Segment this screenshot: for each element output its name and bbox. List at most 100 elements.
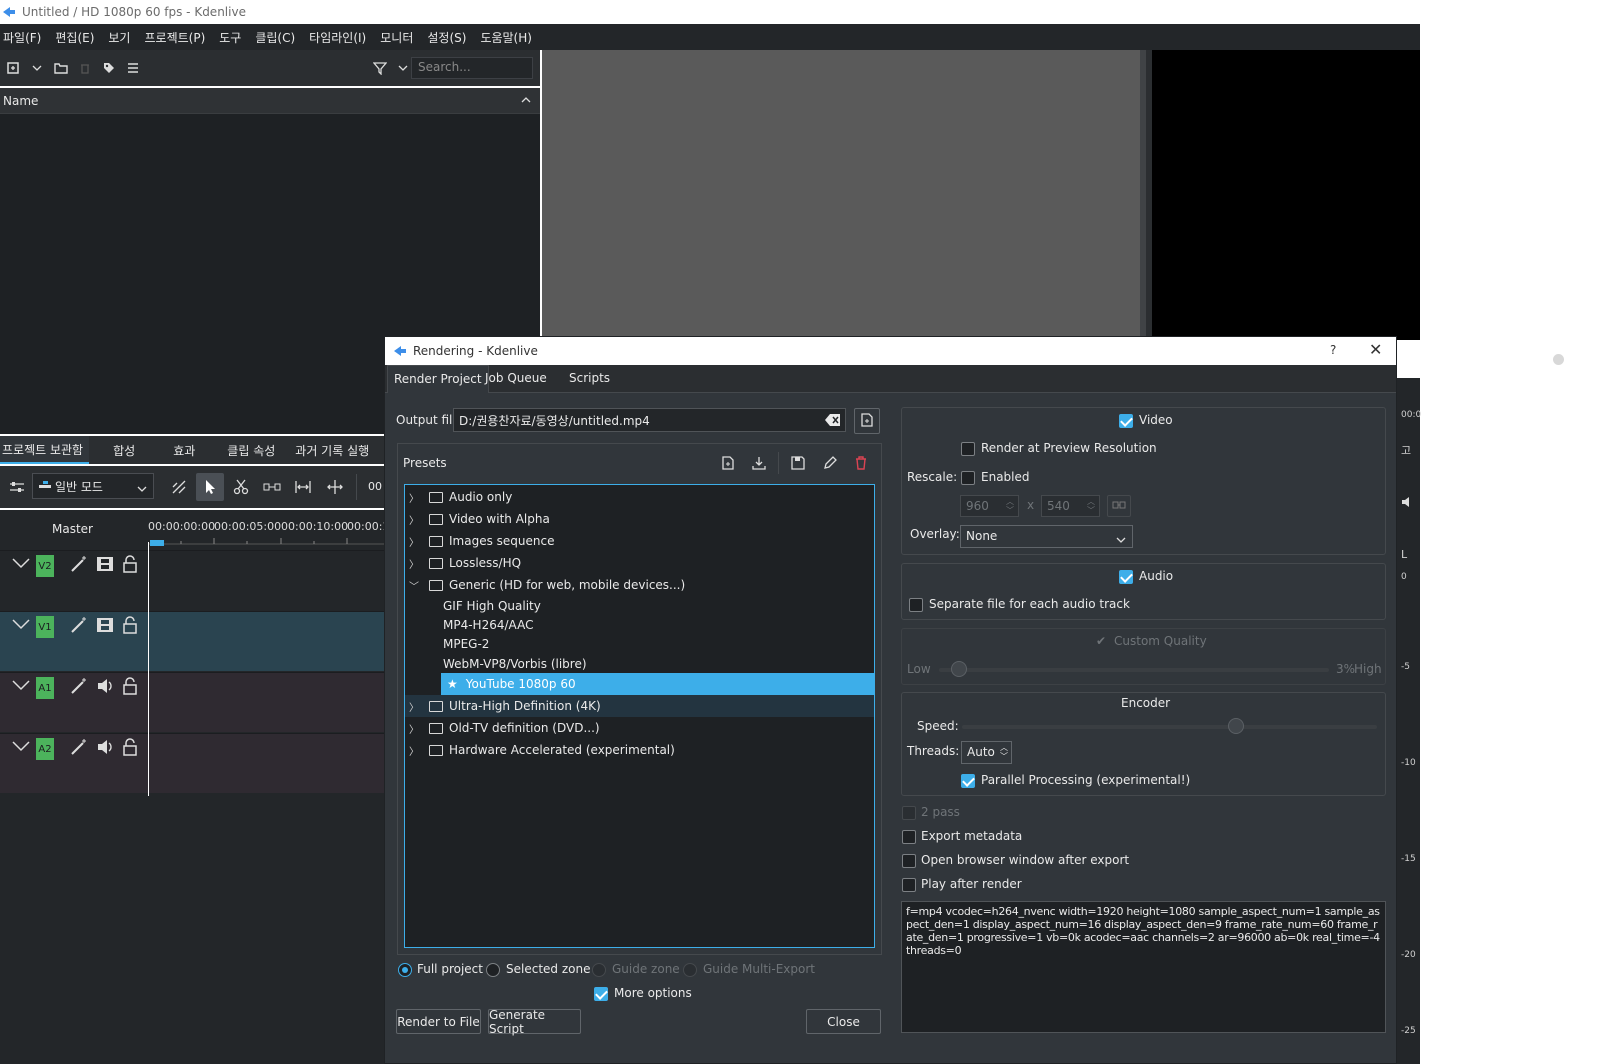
tab-job-queue[interactable]: Job Queue bbox=[479, 365, 553, 393]
bin-column-header[interactable]: Name bbox=[0, 88, 540, 114]
collapse-chevron-icon[interactable] bbox=[12, 740, 30, 755]
select-tool-icon[interactable] bbox=[196, 473, 224, 501]
film-icon[interactable] bbox=[96, 616, 114, 637]
lock-icon[interactable] bbox=[122, 616, 138, 637]
preset-folder[interactable]: 〉 Video with Alpha bbox=[405, 508, 874, 530]
menu-timeline[interactable]: 타임라인(I) bbox=[306, 29, 375, 46]
overlay-select[interactable]: None bbox=[960, 525, 1133, 548]
render-parameters-textarea[interactable]: f=mp4 vcodec=h264_nvenc width=1920 heigh… bbox=[901, 901, 1386, 1033]
track-badge[interactable]: V1 bbox=[36, 616, 54, 638]
tab-compositions[interactable]: 합성 bbox=[103, 442, 145, 459]
sort-up-icon[interactable] bbox=[521, 94, 531, 108]
new-preset-icon[interactable] bbox=[721, 456, 735, 473]
menu-file[interactable]: 파일(F) bbox=[0, 29, 50, 46]
menu-project[interactable]: 프로젝트(P) bbox=[141, 29, 214, 46]
close-icon[interactable]: ✕ bbox=[1369, 340, 1382, 359]
track-v2[interactable]: V2 bbox=[0, 550, 384, 610]
chevron-right-icon[interactable]: 〉 bbox=[409, 743, 425, 758]
chevron-right-icon[interactable]: 〉 bbox=[409, 490, 425, 505]
razor-tool-icon[interactable] bbox=[230, 476, 252, 498]
chevron-right-icon[interactable]: 〉 bbox=[409, 721, 425, 736]
threads-spinbox[interactable]: Auto ︿ ﹀ bbox=[961, 741, 1012, 764]
selected-zone-radio[interactable] bbox=[486, 963, 500, 977]
export-metadata-checkbox[interactable] bbox=[902, 830, 916, 844]
delete-preset-icon[interactable] bbox=[854, 456, 868, 473]
bin-search-input[interactable]: Search... bbox=[411, 57, 533, 79]
tab-clip-properties[interactable]: 클립 속성 bbox=[217, 442, 285, 459]
track-a1[interactable]: A1 bbox=[0, 672, 384, 732]
tab-effects[interactable]: 효과 bbox=[163, 442, 205, 459]
render-to-file-button[interactable]: Render to File bbox=[396, 1009, 481, 1034]
preset-folder[interactable]: 〉 Lossless/HQ bbox=[405, 552, 874, 574]
track-badge[interactable]: A2 bbox=[36, 738, 54, 760]
preset-item-selected[interactable]: ★ YouTube 1080p 60 bbox=[441, 673, 874, 695]
track-a2[interactable]: A2 bbox=[0, 733, 384, 793]
lock-icon[interactable] bbox=[122, 555, 138, 576]
ripple-tool-icon[interactable] bbox=[261, 476, 283, 498]
open-browser-checkbox[interactable] bbox=[902, 854, 916, 868]
chevron-down-icon[interactable]: ﹀ bbox=[409, 578, 425, 593]
speed-slider-handle[interactable] bbox=[1227, 718, 1244, 734]
full-project-radio[interactable] bbox=[398, 963, 412, 977]
speed-slider[interactable] bbox=[962, 725, 1377, 729]
preset-item[interactable]: WebM-VP8/Vorbis (libre) bbox=[443, 653, 912, 675]
effect-wand-icon[interactable] bbox=[70, 738, 88, 759]
track-badge[interactable]: V2 bbox=[36, 555, 54, 577]
preset-folder[interactable]: 〉 Audio only bbox=[405, 486, 874, 508]
speaker-icon[interactable] bbox=[96, 738, 114, 759]
effect-wand-icon[interactable] bbox=[70, 616, 88, 637]
tab-undo-history[interactable]: 과거 기록 실행 bbox=[285, 442, 379, 459]
chevron-right-icon[interactable]: 〉 bbox=[409, 534, 425, 549]
generate-script-button[interactable]: Generate Script bbox=[488, 1008, 581, 1036]
preset-item[interactable]: MPEG-2 bbox=[443, 633, 912, 655]
menu-icon[interactable] bbox=[122, 57, 144, 79]
menu-monitor[interactable]: 모니터 bbox=[377, 29, 422, 46]
timeline-ruler[interactable]: 00:00:00:00 00:00:05:00 00:00:10:00 00:0… bbox=[148, 510, 396, 550]
timeline-mode-select[interactable]: 일반 모드 bbox=[32, 473, 154, 499]
menu-settings[interactable]: 설정(S) bbox=[424, 29, 475, 46]
preset-folder[interactable]: 〉 Ultra-High Definition (4K) bbox=[405, 695, 874, 717]
tag-icon[interactable] bbox=[98, 57, 120, 79]
preset-folder[interactable]: 〉 Hardware Accelerated (experimental) bbox=[405, 739, 874, 761]
edit-preset-icon[interactable] bbox=[823, 456, 837, 473]
effect-wand-icon[interactable] bbox=[70, 677, 88, 698]
star-icon[interactable]: ★ bbox=[447, 677, 458, 691]
open-folder-icon[interactable] bbox=[50, 57, 72, 79]
track-v1[interactable]: V1 bbox=[0, 611, 384, 671]
rescale-enabled-checkbox[interactable] bbox=[961, 471, 975, 485]
chevron-right-icon[interactable]: 〉 bbox=[409, 512, 425, 527]
sliders-icon[interactable] bbox=[6, 476, 28, 498]
timeline-area[interactable]: Master 00:00:00:00 00:00:05:00 00:00:10:… bbox=[0, 510, 396, 1064]
collapse-chevron-icon[interactable] bbox=[12, 618, 30, 633]
project-monitor[interactable] bbox=[1152, 50, 1420, 340]
download-preset-icon[interactable] bbox=[752, 456, 766, 473]
more-options-checkbox[interactable] bbox=[594, 987, 608, 1001]
track-badge[interactable]: A1 bbox=[36, 677, 54, 699]
lock-icon[interactable] bbox=[122, 677, 138, 698]
video-checkbox[interactable] bbox=[1119, 414, 1133, 428]
preview-resolution-checkbox[interactable] bbox=[961, 442, 975, 456]
playhead[interactable] bbox=[148, 542, 149, 796]
collapse-chevron-icon[interactable] bbox=[12, 679, 30, 694]
preset-folder[interactable]: 〉 Images sequence bbox=[405, 530, 874, 552]
speaker-icon[interactable] bbox=[96, 677, 114, 698]
chevron-down-icon[interactable] bbox=[26, 57, 48, 79]
tab-project-bin[interactable]: 프로젝트 보관함 bbox=[0, 436, 90, 464]
separate-audio-checkbox[interactable] bbox=[909, 598, 923, 612]
add-clip-icon[interactable] bbox=[2, 57, 24, 79]
audio-checkbox[interactable] bbox=[1119, 570, 1133, 584]
clear-text-icon[interactable] bbox=[825, 413, 841, 430]
play-after-checkbox[interactable] bbox=[902, 878, 916, 892]
menu-help[interactable]: 도움말(H) bbox=[477, 29, 541, 46]
lock-icon[interactable] bbox=[122, 738, 138, 759]
output-file-input[interactable]: D:/권용찬자료/동영상/untitled.mp4 bbox=[453, 408, 846, 432]
browse-file-button[interactable] bbox=[854, 408, 880, 434]
parallel-processing-checkbox[interactable] bbox=[961, 774, 975, 788]
tab-render-project[interactable]: Render Project bbox=[387, 365, 489, 393]
spacer-tool-icon[interactable] bbox=[168, 476, 190, 498]
save-preset-icon[interactable] bbox=[791, 456, 805, 473]
filter-icon[interactable] bbox=[369, 57, 391, 79]
effect-wand-icon[interactable] bbox=[70, 555, 88, 576]
clip-monitor[interactable] bbox=[542, 50, 1146, 340]
preset-folder[interactable]: 〉 Old-TV definition (DVD...) bbox=[405, 717, 874, 739]
